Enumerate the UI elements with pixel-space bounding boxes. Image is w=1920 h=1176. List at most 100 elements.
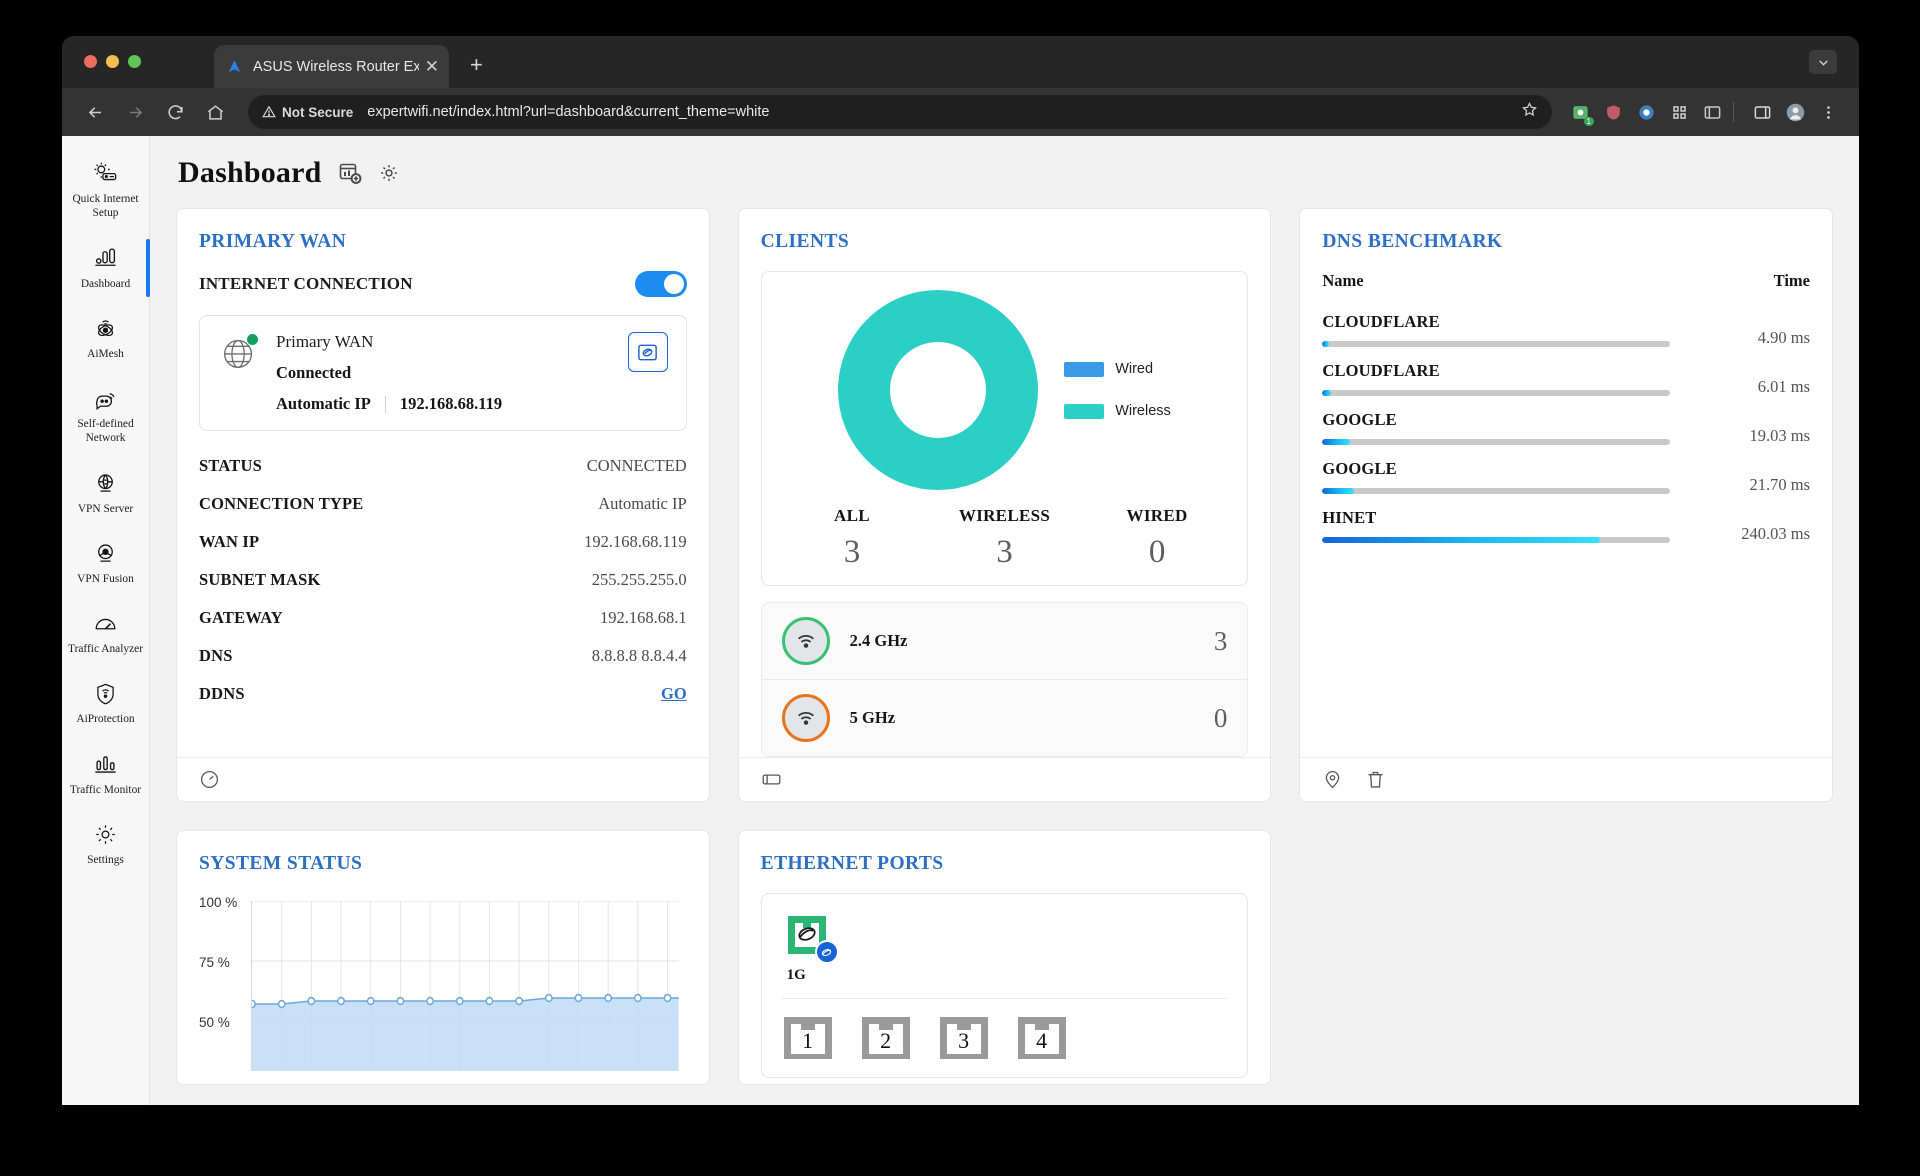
new-tab-button[interactable]: +: [470, 54, 483, 76]
sidebar-item-self-defined-network[interactable]: Self-defined Network: [62, 373, 149, 458]
table-row: GOOGLE 19.03 ms: [1322, 402, 1810, 451]
internet-connection-toggle[interactable]: [634, 271, 687, 297]
dns-progress-fill: [1322, 488, 1354, 494]
extension-icon-3[interactable]: [1633, 99, 1659, 125]
globe-icon: [218, 332, 260, 374]
lan-port-3[interactable]: 3: [938, 1015, 990, 1061]
extension-icon-1[interactable]: 1: [1567, 99, 1594, 126]
dns-time: 6.01 ms: [1757, 377, 1810, 396]
sidebar-item-label: Dashboard: [80, 277, 131, 290]
legend-label: Wired: [1115, 361, 1154, 377]
dns-time: 4.90 ms: [1757, 328, 1810, 347]
security-status[interactable]: Not Secure: [262, 105, 353, 120]
settings-icon: [66, 820, 145, 850]
count-all[interactable]: ALL 3: [776, 506, 929, 571]
extension-icon-4[interactable]: [1666, 99, 1692, 125]
aimesh-icon: [66, 314, 145, 344]
wan-edit-icon[interactable]: [627, 332, 668, 372]
table-row: CLOUDFLARE 4.90 ms: [1322, 304, 1810, 353]
page-title: Dashboard: [178, 156, 322, 189]
reload-icon[interactable]: [160, 97, 190, 127]
wan-port[interactable]: 1G: [782, 910, 1228, 984]
extension-icon-2[interactable]: [1600, 99, 1626, 125]
forward-icon[interactable]: [120, 97, 150, 127]
system-status-card: SYSTEM STATUS 100 % 75 % 50 %: [176, 830, 710, 1085]
dns-progress-track: [1322, 537, 1670, 543]
legend-item: Wired: [1064, 361, 1171, 377]
clients-card: CLIENTS Wired Wireless ALL 3 WIRELESS 3 …: [737, 208, 1272, 802]
lan-port-2[interactable]: 2: [860, 1015, 912, 1061]
sidebar-item-settings[interactable]: Settings: [62, 809, 149, 879]
tab-list-chevron-down-icon[interactable]: [1809, 50, 1837, 74]
speedtest-icon[interactable]: [199, 769, 220, 790]
table-row: CONNECTION TYPE Automatic IP: [199, 485, 687, 523]
sidebar-item-aimesh[interactable]: AiMesh: [62, 303, 149, 373]
ddns-go-link[interactable]: GO: [661, 684, 687, 704]
lan-port-4[interactable]: 4: [1016, 1015, 1068, 1061]
clients-card-footer: [738, 757, 1271, 801]
bookmark-star-icon[interactable]: [1521, 101, 1538, 123]
internet-connection-label: INTERNET CONNECTION: [199, 274, 413, 293]
band-row-24[interactable]: 2.4 GHz 3: [762, 603, 1248, 679]
home-icon[interactable]: [200, 97, 230, 127]
y-tick-label-100: 100 %: [199, 895, 238, 910]
detail-value: 192.168.68.119: [584, 532, 687, 551]
client-counts: ALL 3 WIRELESS 3 WIRED 0: [776, 506, 1234, 571]
dns-name: GOOGLE: [1322, 459, 1397, 478]
side-panel-icon[interactable]: [1749, 99, 1775, 125]
lan-port-list: 1 2 3 4: [781, 998, 1228, 1061]
dashboard-grid: PRIMARY WAN INTERNET CONNECTION Primary …: [176, 208, 1833, 1085]
band-label: 2.4 GHz: [849, 631, 908, 650]
lan-port-label: 4: [1036, 1028, 1048, 1053]
sidebar-item-label: VPN Server: [77, 502, 134, 515]
maximize-window-button[interactable]: [128, 55, 141, 68]
dns-progress-track: [1322, 341, 1670, 347]
gear-icon[interactable]: [378, 162, 400, 184]
legend-item: Wireless: [1064, 403, 1171, 419]
band-row-5[interactable]: 5 GHz 0: [761, 679, 1248, 756]
minimize-window-button[interactable]: [106, 55, 119, 68]
band-list: 2.4 GHz 3 5 GHz 0: [760, 602, 1249, 757]
sidebar-item-traffic-monitor[interactable]: Traffic Monitor: [62, 739, 149, 809]
sidebar-item-vpn-fusion[interactable]: VPN Fusion: [62, 528, 149, 598]
back-icon[interactable]: [80, 97, 110, 127]
close-window-button[interactable]: [84, 55, 97, 68]
browser-menu-icon[interactable]: [1815, 99, 1841, 125]
sidebar-item-traffic-analyzer[interactable]: Traffic Analyzer: [62, 598, 149, 668]
dns-progress-track: [1322, 390, 1670, 396]
count-wired[interactable]: WIRED 0: [1081, 506, 1234, 571]
browser-window: ASUS Wireless Router Exper ✕ + Not Secur…: [62, 36, 1859, 1105]
detail-key: GATEWAY: [199, 608, 283, 627]
lan-port-label: 2: [880, 1028, 892, 1053]
tab-title: ASUS Wireless Router Exper: [253, 58, 419, 75]
extension-icon-5[interactable]: [1699, 99, 1725, 125]
dns-time: 240.03 ms: [1741, 524, 1810, 543]
add-widget-icon[interactable]: [338, 161, 362, 185]
detail-value: 255.255.255.0: [591, 570, 687, 589]
detail-value: Automatic IP: [598, 494, 687, 513]
address-bar[interactable]: Not Secure expertwifi.net/index.html?url…: [248, 95, 1552, 129]
internet-connection-row: INTERNET CONNECTION: [199, 271, 687, 297]
sidebar-item-dashboard[interactable]: Dashboard: [62, 233, 150, 303]
legend-label: Wireless: [1115, 403, 1171, 419]
trash-icon[interactable]: [1365, 769, 1386, 790]
internet-icon: [814, 940, 839, 964]
sidebar-item-quick-internet-setup[interactable]: Quick Internet Setup: [62, 148, 149, 233]
card-title: ETHERNET PORTS: [760, 853, 944, 874]
client-list-icon[interactable]: [761, 769, 782, 790]
dns-benchmark-card: DNS BENCHMARK Name Time CLOUDFLARE 4.90 …: [1299, 208, 1833, 802]
dns-progress-track: [1322, 488, 1670, 494]
close-tab-button[interactable]: ✕: [419, 57, 439, 77]
sidebar-item-label: Traffic Analyzer: [68, 643, 143, 655]
location-icon[interactable]: [1322, 769, 1343, 790]
window-controls[interactable]: [84, 55, 141, 68]
dns-time: 19.03 ms: [1749, 426, 1810, 445]
sidebar-item-aiprotection[interactable]: AiProtection: [62, 668, 149, 738]
count-wireless[interactable]: WIRELESS 3: [928, 506, 1081, 571]
self-defined-network-icon: [66, 384, 145, 414]
lan-port-1[interactable]: 1: [782, 1015, 834, 1061]
profile-avatar[interactable]: [1782, 99, 1808, 125]
browser-tab[interactable]: ASUS Wireless Router Exper ✕: [214, 45, 449, 88]
sidebar-item-vpn-server[interactable]: VPN Server: [62, 458, 149, 528]
table-row: DNS 8.8.8.8 8.8.4.4: [199, 637, 687, 675]
